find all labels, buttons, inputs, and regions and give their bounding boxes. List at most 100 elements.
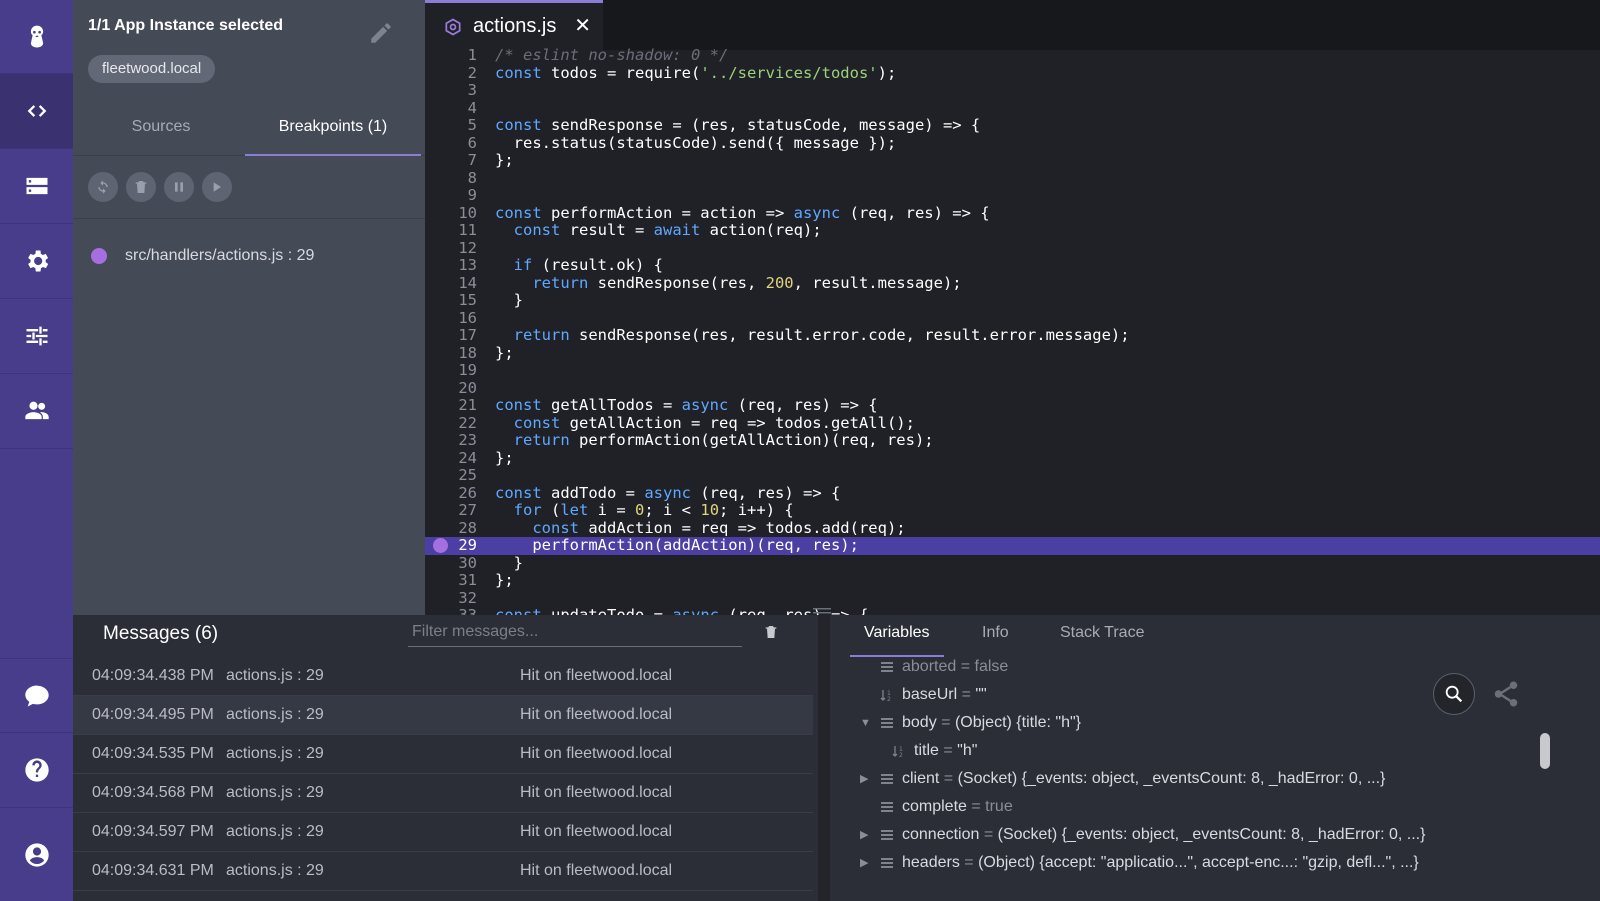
message-row[interactable]: 04:09:34.495 PM actions.js : 29 Hit on fle… — [73, 696, 813, 735]
nav-users[interactable] — [0, 374, 73, 449]
code-line[interactable]: 20 — [425, 379, 1600, 398]
code-line[interactable]: 9 — [425, 186, 1600, 205]
code-line[interactable]: 29 performAction(addAction)(req, res); — [425, 536, 1600, 555]
line-number[interactable]: 17 — [425, 326, 477, 345]
app-logo[interactable] — [0, 0, 73, 74]
line-number[interactable]: 2 — [425, 64, 477, 83]
caret-right-icon[interactable]: ▶ — [860, 849, 868, 877]
code-line[interactable]: 17 return sendResponse(res, result.error… — [425, 326, 1600, 345]
line-number[interactable]: 8 — [425, 169, 477, 188]
instance-chip[interactable]: fleetwood.local — [88, 55, 216, 83]
line-number[interactable]: 30 — [425, 554, 477, 573]
code-line[interactable]: 32 — [425, 589, 1600, 608]
nav-chat[interactable] — [0, 658, 73, 733]
pencil-icon[interactable] — [368, 20, 394, 46]
line-number[interactable]: 10 — [425, 204, 477, 223]
tab-variables[interactable]: Variables — [850, 615, 944, 657]
line-number[interactable]: 31 — [425, 571, 477, 590]
code-line[interactable]: 15 } — [425, 291, 1600, 310]
code-line[interactable]: 7}; — [425, 151, 1600, 170]
code-line[interactable]: 13 if (result.ok) { — [425, 256, 1600, 275]
caret-right-icon[interactable]: ▶ — [860, 821, 868, 849]
nav-settings[interactable] — [0, 224, 73, 299]
variables-scrollbar[interactable] — [1540, 733, 1550, 769]
code-line[interactable]: 19 — [425, 361, 1600, 380]
code-line[interactable]: 28 const addAction = req => todos.add(re… — [425, 519, 1600, 538]
line-number[interactable]: 25 — [425, 466, 477, 485]
code-line[interactable]: 23 return performAction(getAllAction)(re… — [425, 431, 1600, 450]
search-button[interactable] — [1433, 673, 1475, 715]
line-number[interactable]: 14 — [425, 274, 477, 293]
message-row[interactable]: 04:09:34.438 PM actions.js : 29 Hit on fle… — [73, 657, 813, 696]
pause-button[interactable] — [164, 172, 194, 202]
code-line[interactable]: 10 const performAction = action => async … — [425, 204, 1600, 223]
code-line[interactable]: 26 const addTodo = async (req, res) => { — [425, 484, 1600, 503]
panel-splitter[interactable] — [818, 615, 830, 901]
code-line[interactable]: 6 res.status(statusCode).send({ message … — [425, 134, 1600, 153]
caret-right-icon[interactable]: ▶ — [860, 765, 868, 793]
tab-stack-trace[interactable]: Stack Trace — [1060, 615, 1144, 657]
code-line[interactable]: 33 const updateTodo = async (req, res) =>… — [425, 606, 1600, 615]
nav-code[interactable] — [0, 74, 73, 149]
line-number[interactable]: 27 — [425, 501, 477, 520]
line-number[interactable]: 18 — [425, 344, 477, 363]
variable-row[interactable]: complete = true — [830, 793, 1600, 821]
line-number[interactable]: 32 — [425, 589, 477, 608]
code-line[interactable]: 5 const sendResponse = (res, statusCode, … — [425, 116, 1600, 135]
code-line[interactable]: 14 return sendResponse(res, 200, result.… — [425, 274, 1600, 293]
code-line[interactable]: 3 — [425, 81, 1600, 100]
nav-servers[interactable] — [0, 149, 73, 224]
code-line[interactable]: 21 const getAllTodos = async (req, res) =… — [425, 396, 1600, 415]
code-line[interactable]: 27 for (let i = 0; i < 10; i++) { — [425, 501, 1600, 520]
code-line[interactable]: 22 const getAllAction = req => todos.get… — [425, 414, 1600, 433]
code-line[interactable]: 1 /* eslint no-shadow: 0 */ — [425, 46, 1600, 65]
tab-info[interactable]: Info — [982, 615, 1009, 657]
line-number[interactable]: 6 — [425, 134, 477, 153]
message-row[interactable]: 04:09:34.535 PM actions.js : 29 Hit on fle… — [73, 735, 813, 774]
nav-tuning[interactable] — [0, 299, 73, 374]
resize-handle-icon[interactable] — [813, 607, 831, 615]
line-number[interactable]: 11 — [425, 221, 477, 240]
variable-row[interactable]: ▶ client = (Socket) {_events: object, _ev… — [830, 765, 1600, 793]
line-number[interactable]: 26 — [425, 484, 477, 503]
code-line[interactable]: 2 const todos = require('../services/todo… — [425, 64, 1600, 83]
caret-down-icon[interactable]: ▼ — [860, 709, 871, 737]
line-number[interactable]: 23 — [425, 431, 477, 450]
line-number[interactable]: 4 — [425, 99, 477, 118]
line-number[interactable]: 16 — [425, 309, 477, 328]
line-number[interactable]: 20 — [425, 379, 477, 398]
message-row[interactable]: 04:09:34.568 PM actions.js : 29 Hit on fle… — [73, 774, 813, 813]
line-number[interactable]: 22 — [425, 414, 477, 433]
close-tab-icon[interactable]: ✕ — [574, 13, 591, 38]
line-number[interactable]: 21 — [425, 396, 477, 415]
code-line[interactable]: 30 } — [425, 554, 1600, 573]
breakpoint-item[interactable]: src/handlers/actions.js : 29 — [91, 247, 314, 265]
line-number[interactable]: 5 — [425, 116, 477, 135]
share-icon[interactable] — [1491, 679, 1521, 709]
line-number[interactable]: 24 — [425, 449, 477, 468]
message-row[interactable]: 04:09:34.631 PM actions.js : 29 Hit on fle… — [73, 852, 813, 891]
nav-help[interactable] — [0, 733, 73, 808]
code-line[interactable]: 25 — [425, 466, 1600, 485]
code-line[interactable]: 16 — [425, 309, 1600, 328]
variable-row[interactable]: ▶ connection = (Socket) {_events: object,… — [830, 821, 1600, 849]
delete-breakpoints-button[interactable] — [126, 172, 156, 202]
line-number[interactable]: 13 — [425, 256, 477, 275]
nav-account[interactable] — [0, 808, 73, 901]
filter-messages-input[interactable]: Filter messages... — [408, 621, 742, 647]
clear-messages-icon[interactable] — [763, 623, 779, 641]
line-number[interactable]: 28 — [425, 519, 477, 538]
line-number[interactable]: 1 — [425, 46, 477, 65]
line-number[interactable]: 33 — [425, 606, 477, 615]
code-line[interactable]: 12 — [425, 239, 1600, 258]
line-number[interactable]: 7 — [425, 151, 477, 170]
message-row[interactable]: 04:09:34.597 PM actions.js : 29 Hit on fle… — [73, 813, 813, 852]
line-number[interactable]: 9 — [425, 186, 477, 205]
line-number[interactable]: 12 — [425, 239, 477, 258]
line-number[interactable]: 3 — [425, 81, 477, 100]
code-line[interactable]: 8 — [425, 169, 1600, 188]
variable-row[interactable]: 1 2 title = "h" — [830, 737, 1600, 765]
code-line[interactable]: 24}; — [425, 449, 1600, 468]
editor-tab[interactable]: actions.js ✕ — [425, 0, 603, 50]
line-number[interactable]: 15 — [425, 291, 477, 310]
